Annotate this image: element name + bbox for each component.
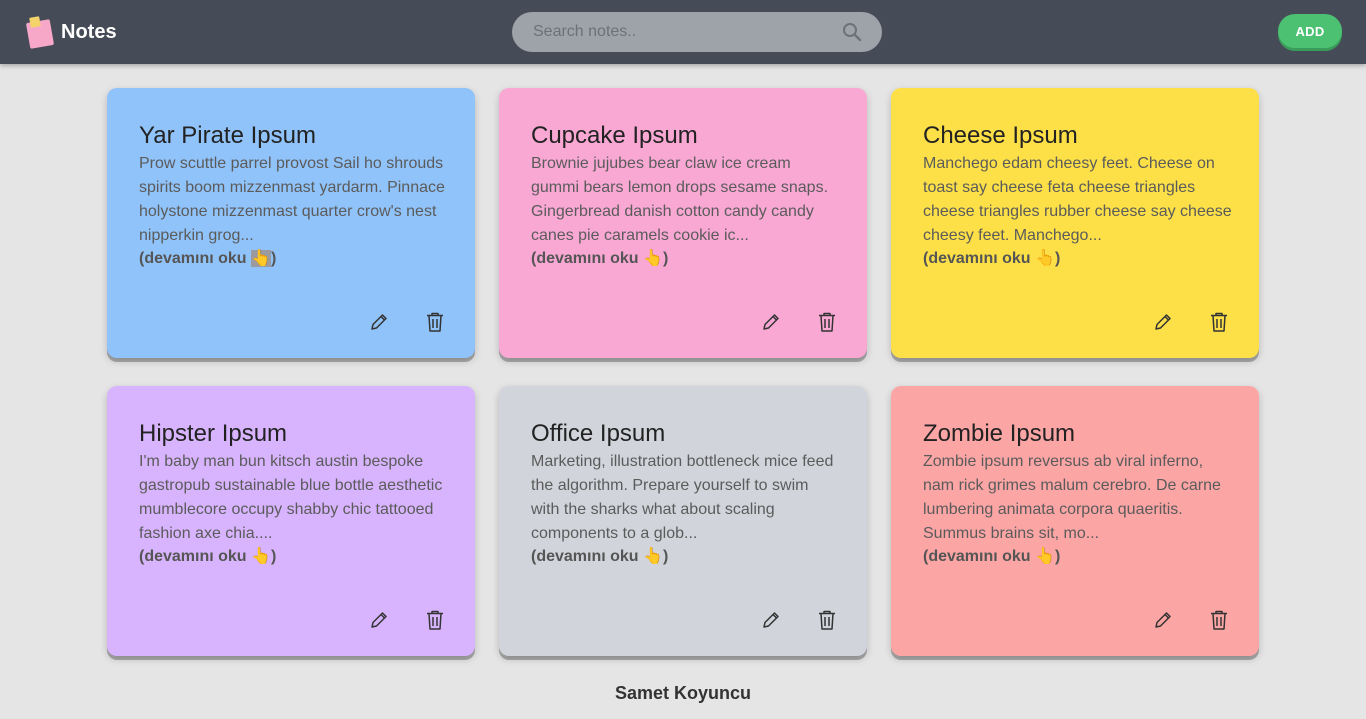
trash-icon — [427, 312, 443, 332]
delete-button[interactable] — [425, 608, 445, 632]
read-more-link[interactable]: (devamını oku 👆) — [531, 546, 668, 566]
pencil-icon — [371, 612, 387, 628]
pointing-hand-icon: 👆 — [643, 548, 663, 565]
search-icon[interactable] — [842, 22, 862, 42]
note-title: Yar Pirate Ipsum — [139, 122, 316, 149]
note-card[interactable]: Cupcake Ipsum Brownie jujubes bear claw … — [499, 88, 867, 358]
note-body: Manchego edam cheesy feet. Cheese on toa… — [923, 155, 1232, 244]
delete-button[interactable] — [1209, 310, 1229, 334]
pointing-hand-icon: 👆 — [1035, 250, 1055, 267]
note-title: Hipster Ipsum — [139, 420, 288, 447]
pencil-icon — [371, 314, 387, 330]
edit-button[interactable] — [761, 312, 781, 332]
note-title: Zombie Ipsum — [923, 420, 1076, 447]
search-bar — [512, 12, 882, 52]
note-title: Office Ipsum — [531, 420, 666, 447]
trash-icon — [1211, 610, 1227, 630]
note-body: I'm baby man bun kitsch austin bespoke g… — [139, 453, 443, 542]
pointing-hand-icon: 👆 — [251, 250, 271, 267]
note-card[interactable]: Office Ipsum Marketing, illustration bot… — [499, 386, 867, 656]
pencil-icon — [1155, 314, 1171, 330]
footer-author: Samet Koyuncu — [614, 683, 752, 703]
note-card[interactable]: Hipster Ipsum I'm baby man bun kitsch au… — [107, 386, 475, 656]
trash-icon — [427, 610, 443, 630]
note-card[interactable]: Yar Pirate Ipsum Prow scuttle parrel pro… — [107, 88, 475, 358]
trash-icon — [819, 610, 835, 630]
note-body: Prow scuttle parrel provost Sail ho shro… — [139, 155, 445, 244]
delete-button[interactable] — [817, 310, 837, 334]
delete-button[interactable] — [1209, 608, 1229, 632]
pencil-icon — [763, 612, 779, 628]
pointing-hand-icon: 👆 — [251, 548, 271, 565]
read-more-link[interactable]: (devamını oku 👆) — [923, 248, 1060, 268]
edit-button[interactable] — [1153, 312, 1173, 332]
delete-button[interactable] — [817, 608, 837, 632]
edit-button[interactable] — [1153, 610, 1173, 630]
search-input[interactable] — [512, 12, 882, 52]
note-title: Cheese Ipsum — [923, 122, 1078, 149]
read-more-link[interactable]: (devamını oku 👆) — [139, 248, 276, 268]
pointing-hand-icon: 👆 — [1035, 548, 1055, 565]
trash-icon — [819, 312, 835, 332]
edit-button[interactable] — [369, 312, 389, 332]
delete-button[interactable] — [425, 310, 445, 334]
sticky-notes-icon — [25, 15, 55, 49]
note-body: Marketing, illustration bottleneck mice … — [531, 453, 834, 542]
pencil-icon — [1155, 612, 1171, 628]
read-more-link[interactable]: (devamını oku 👆) — [139, 546, 276, 566]
note-card[interactable]: Cheese Ipsum Manchego edam cheesy feet. … — [891, 88, 1259, 358]
note-body: Brownie jujubes bear claw ice cream gumm… — [531, 155, 829, 244]
note-body: Zombie ipsum reversus ab viral inferno, … — [923, 453, 1221, 542]
read-more-link[interactable]: (devamını oku 👆) — [531, 248, 668, 268]
app-title: Notes — [61, 20, 117, 43]
edit-button[interactable] — [761, 610, 781, 630]
trash-icon — [1211, 312, 1227, 332]
add-note-button[interactable]: ADD — [1278, 14, 1342, 48]
pointing-hand-icon: 👆 — [643, 250, 663, 267]
read-more-link[interactable]: (devamını oku 👆) — [923, 546, 1060, 566]
brand[interactable]: Notes — [25, 15, 117, 49]
edit-button[interactable] — [369, 610, 389, 630]
pencil-icon — [763, 314, 779, 330]
note-title: Cupcake Ipsum — [531, 122, 698, 149]
note-card[interactable]: Zombie Ipsum Zombie ipsum reversus ab vi… — [891, 386, 1259, 656]
navbar: Notes ADD — [0, 0, 1366, 64]
